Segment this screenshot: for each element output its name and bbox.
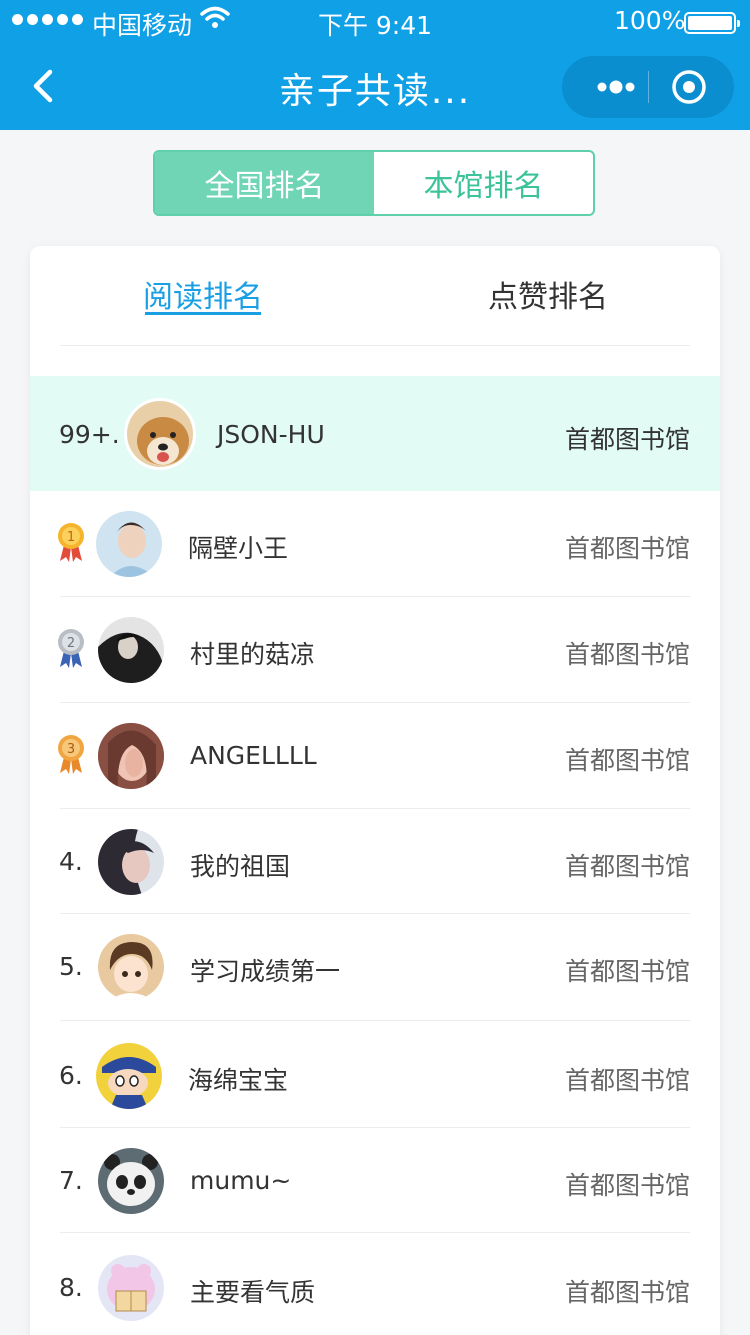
tab-national-ranking[interactable]: 全国排名 — [155, 152, 374, 214]
svg-text:2: 2 — [67, 636, 75, 651]
rank-number: 4. — [59, 847, 83, 876]
library-name: 首都图书馆 — [564, 957, 690, 986]
rank-number: 99+. — [59, 420, 120, 449]
ranking-row[interactable]: 1 隔壁小王 首都图书馆 — [30, 491, 720, 597]
avatar — [98, 723, 164, 789]
user-name: mumu~ — [190, 1166, 292, 1195]
svg-text:1: 1 — [67, 530, 75, 545]
library-name: 首都图书馆 — [564, 852, 690, 881]
avatar — [98, 934, 164, 1000]
user-name: JSON-HU — [217, 420, 325, 449]
rank-number: 7. — [59, 1166, 83, 1195]
top-bar: 中国移动 下午 9:41 100% 亲子共读... — [0, 0, 750, 130]
library-name: 首都图书馆 — [564, 1278, 690, 1307]
rank-number: 8. — [59, 1273, 83, 1302]
tab-likes-ranking[interactable]: 点赞排名 — [488, 272, 608, 316]
rank-number: 5. — [59, 952, 83, 981]
active-tab-indicator — [145, 312, 261, 315]
ranking-row[interactable]: 2 村里的菇凉 首都图书馆 — [30, 597, 720, 703]
avatar — [98, 829, 164, 895]
ranking-row[interactable]: 6. 海绵宝宝 首都图书馆 — [30, 1021, 720, 1128]
library-name: 首都图书馆 — [564, 1171, 690, 1200]
rank-number: 6. — [59, 1061, 83, 1090]
avatar — [96, 511, 162, 577]
user-name: 学习成绩第一 — [190, 957, 341, 986]
svg-text:3: 3 — [67, 742, 75, 757]
user-name: ANGELLLL — [190, 741, 317, 770]
user-name: 我的祖国 — [190, 852, 291, 881]
ranking-card: 阅读排名 点赞排名 99+. JSON-HU 首都图书馆 1 隔壁小王 首都图书… — [30, 246, 720, 1335]
tab-library-ranking[interactable]: 本馆排名 — [374, 152, 593, 214]
library-name: 首都图书馆 — [564, 425, 690, 454]
avatar — [98, 1255, 164, 1321]
ranking-row[interactable]: 7. mumu~ 首都图书馆 — [30, 1128, 720, 1233]
more-icon[interactable] — [586, 56, 646, 118]
current-user-row[interactable]: 99+. JSON-HU 首都图书馆 — [30, 376, 720, 491]
gold-medal-icon: 1 — [58, 523, 84, 562]
avatar — [124, 398, 196, 470]
bronze-medal-icon: 3 — [58, 735, 84, 774]
library-name: 首都图书馆 — [564, 534, 690, 563]
user-name: 村里的菇凉 — [190, 640, 316, 669]
library-name: 首都图书馆 — [564, 1066, 690, 1095]
user-name: 海绵宝宝 — [188, 1066, 289, 1095]
capsule-divider — [648, 71, 649, 103]
battery-icon — [684, 12, 740, 34]
tab-reading-ranking[interactable]: 阅读排名 — [143, 272, 263, 316]
library-name: 首都图书馆 — [564, 640, 690, 669]
battery-percent: 100% — [614, 6, 686, 35]
ranking-row[interactable]: 4. 我的祖国 首都图书馆 — [30, 809, 720, 914]
ranking-row[interactable]: 8. 主要看气质 首都图书馆 — [30, 1233, 720, 1335]
divider — [60, 345, 690, 346]
avatar — [98, 1148, 164, 1214]
mini-program-capsule — [562, 56, 734, 118]
status-bar: 中国移动 下午 9:41 100% — [0, 0, 750, 44]
avatar — [98, 617, 164, 683]
silver-medal-icon: 2 — [58, 629, 84, 668]
user-name: 主要看气质 — [190, 1278, 316, 1307]
close-target-icon[interactable] — [670, 68, 708, 106]
avatar — [96, 1043, 162, 1109]
user-name: 隔壁小王 — [188, 534, 289, 563]
scope-segment: 全国排名 本馆排名 — [153, 150, 595, 216]
ranking-row[interactable]: 5. 学习成绩第一 首都图书馆 — [30, 914, 720, 1021]
ranking-row[interactable]: 3 ANGELLLL 首都图书馆 — [30, 703, 720, 809]
library-name: 首都图书馆 — [564, 746, 690, 775]
